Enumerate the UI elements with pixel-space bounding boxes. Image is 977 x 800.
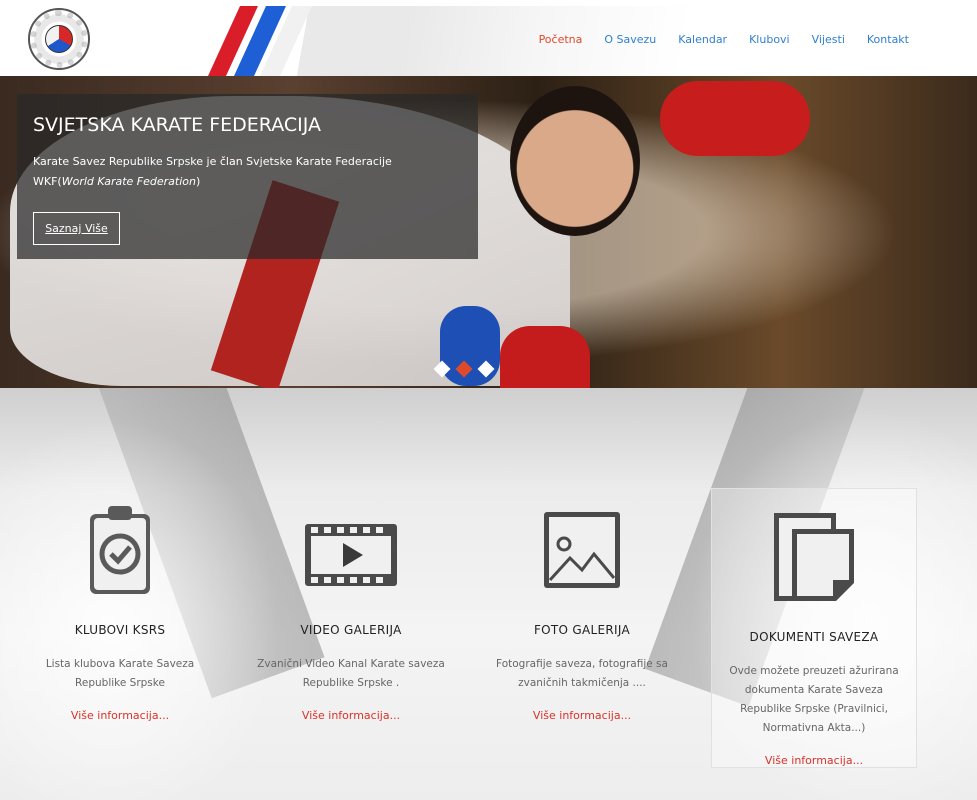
nav-item-pocetna[interactable]: Početna (539, 33, 583, 46)
hero-text-italic: World Karate Federation (61, 175, 196, 188)
clipboard-check-icon (90, 506, 150, 594)
more-info-link[interactable]: Više informacija... (302, 709, 400, 722)
main-nav: Početna O Savezu Kalendar Klubovi Vijest… (539, 33, 909, 46)
more-info-link[interactable]: Više informacija... (765, 754, 863, 767)
nav-item-kontakt[interactable]: Kontakt (867, 33, 909, 46)
slider-dot-active[interactable] (455, 360, 473, 378)
hero-photo-fighter (510, 86, 640, 236)
nav-item-vijesti[interactable]: Vijesti (812, 33, 845, 46)
film-play-icon (305, 524, 397, 586)
nav-item-o-savezu[interactable]: O Savezu (604, 33, 656, 46)
nav-item-kalendar[interactable]: Kalendar (678, 33, 727, 46)
feature-desc: Fotografije saveza, fotografije sa zvani… (496, 658, 668, 689)
slider-dot[interactable] (433, 360, 451, 378)
slider-dot[interactable] (477, 360, 495, 378)
feature-desc: Zvanični Video Kanal Karate saveza Repub… (257, 658, 445, 689)
more-info-link[interactable]: Više informacija... (533, 709, 631, 722)
feature-desc: Lista klubova Karate Saveza Republike Sr… (45, 658, 195, 689)
documents-icon (774, 513, 854, 601)
feature-card-foto: FOTO GALERIJA Fotografije saveza, fotogr… (482, 502, 682, 724)
hero-photo-glove (500, 326, 590, 388)
features-section: KLUBOVI KSRS Lista klubova Karate Saveza… (0, 388, 977, 800)
more-info-link[interactable]: Više informacija... (71, 709, 169, 722)
feature-title: DOKUMENTI SAVEZA (749, 630, 879, 644)
hero-text: Karate Savez Republike Srpske je član Sv… (33, 152, 453, 192)
feature-card-klubovi: KLUBOVI KSRS Lista klubova Karate Saveza… (20, 502, 220, 724)
image-icon (544, 512, 620, 588)
hero-slider: SVJETSKA KARATE FEDERACIJA Karate Savez … (0, 76, 977, 388)
feature-card-video: VIDEO GALERIJA Zvanični Video Kanal Kara… (251, 502, 451, 724)
logo-emblem (45, 25, 73, 53)
hero-title: SVJETSKA KARATE FEDERACIJA (33, 114, 322, 136)
feature-desc: Ovde možete preuzeti ažurirana dokumenta… (729, 665, 899, 734)
logo[interactable] (28, 8, 90, 70)
slider-dots (433, 360, 495, 378)
feature-title: VIDEO GALERIJA (300, 623, 402, 637)
flag-stripes (208, 6, 312, 76)
feature-title: FOTO GALERIJA (533, 623, 631, 637)
feature-title: KLUBOVI KSRS (74, 623, 166, 637)
feature-card-dokumenti: DOKUMENTI SAVEZA Ovde možete preuzeti až… (711, 488, 917, 768)
site-header: Početna O Savezu Kalendar Klubovi Vijest… (0, 0, 977, 76)
hero-text-end: ) (195, 175, 201, 188)
nav-item-klubovi[interactable]: Klubovi (749, 33, 790, 46)
learn-more-button[interactable]: Saznaj Više (33, 212, 120, 245)
hero-photo-glove (660, 81, 810, 156)
